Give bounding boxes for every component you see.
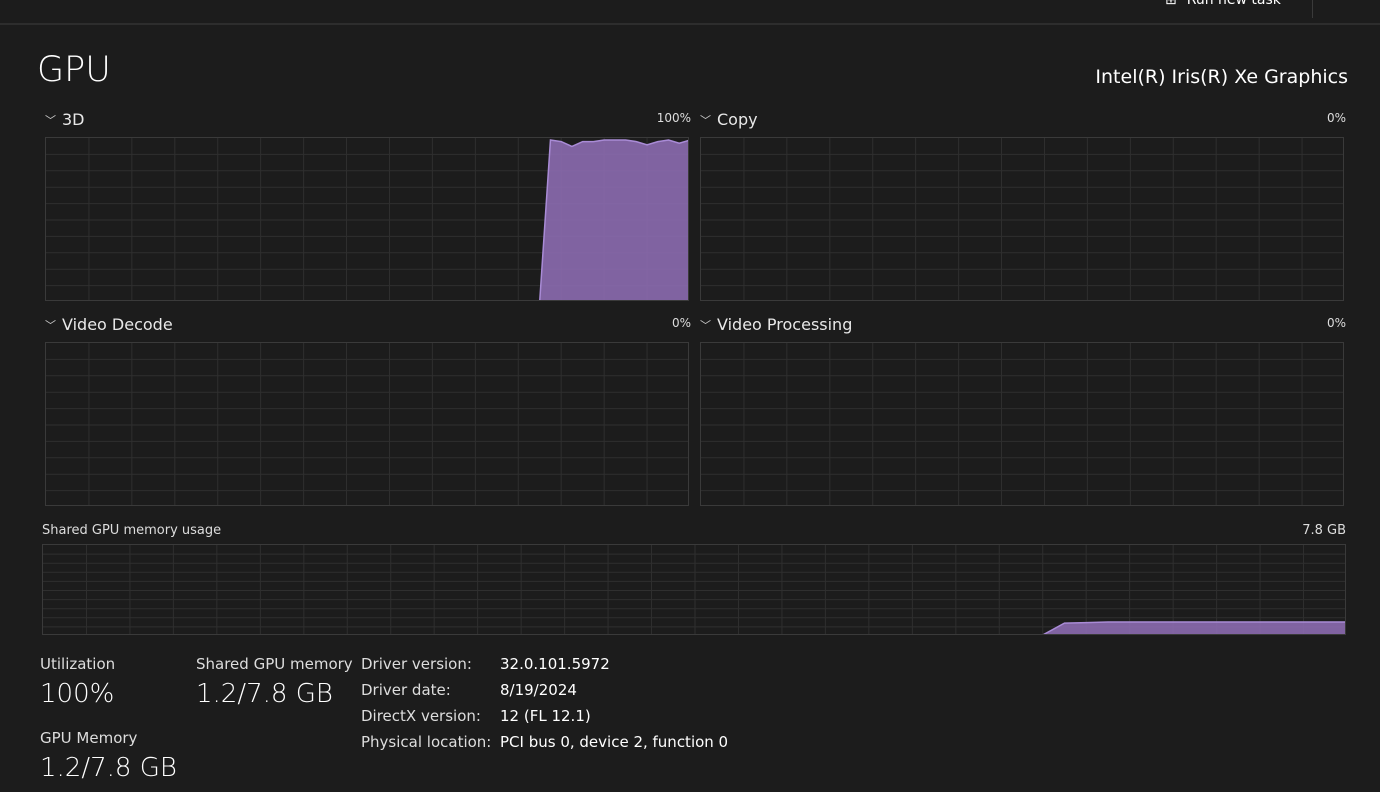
page-title: GPU <box>37 50 111 90</box>
graph-shared-memory <box>42 544 1346 635</box>
chevron-down-icon: ﹀ <box>700 113 711 127</box>
gpu-device-name: Intel(R) Iris(R) Xe Graphics <box>1095 66 1348 88</box>
details-table: Driver version: 32.0.101.5972 Driver date… <box>361 655 728 751</box>
shared-memory-chart-max: 7.8 GB <box>1302 523 1346 538</box>
utilization-label: Utilization <box>40 655 116 673</box>
engine-percent: 100% <box>656 111 691 125</box>
detail-key: Physical location: <box>361 733 492 751</box>
chevron-down-icon: ﹀ <box>700 318 711 332</box>
detail-key: Driver version: <box>361 655 472 673</box>
graph-video-decode <box>45 342 689 506</box>
engine-selector-3d[interactable]: ﹀ 3D <box>45 110 85 129</box>
engine-selector-video-decode[interactable]: ﹀ Video Decode <box>45 315 173 334</box>
engine-selector-video-processing[interactable]: ﹀ Video Processing <box>700 315 852 334</box>
detail-key: DirectX version: <box>361 707 481 725</box>
engine-label: Video Processing <box>717 315 853 334</box>
chevron-down-icon: ﹀ <box>45 113 56 127</box>
detail-value: 12 (FL 12.1) <box>500 707 591 725</box>
graph-copy <box>700 137 1344 301</box>
detail-value: PCI bus 0, device 2, function 0 <box>500 733 729 751</box>
engine-percent: 0% <box>671 316 691 330</box>
shared-memory-value: 1.2/7.8 GB <box>196 679 333 709</box>
engine-percent: 0% <box>1326 111 1346 125</box>
toolbar-divider <box>1312 0 1313 18</box>
run-new-task-label: Run new task <box>1186 0 1281 8</box>
engine-percent: 0% <box>1326 316 1346 330</box>
graph-3d <box>45 137 689 301</box>
shared-memory-label: Shared GPU memory <box>196 655 353 673</box>
engine-label: 3D <box>62 110 85 129</box>
gpu-memory-value: 1.2/7.8 GB <box>40 753 177 783</box>
detail-value: 32.0.101.5972 <box>500 655 610 673</box>
engine-label: Video Decode <box>62 315 173 334</box>
run-new-task-button[interactable]: ⊞ Run new task <box>1165 0 1281 8</box>
detail-value: 8/19/2024 <box>500 681 577 699</box>
detail-key: Driver date: <box>361 681 451 699</box>
gpu-memory-label: GPU Memory <box>40 729 138 747</box>
graph-video-processing <box>700 342 1344 506</box>
engine-selector-copy[interactable]: ﹀ Copy <box>700 110 758 129</box>
shared-memory-chart-label: Shared GPU memory usage <box>42 523 222 538</box>
chevron-down-icon: ﹀ <box>45 318 56 332</box>
utilization-value: 100% <box>40 679 115 709</box>
run-task-icon: ⊞ <box>1165 0 1177 8</box>
engine-label: Copy <box>717 110 758 129</box>
